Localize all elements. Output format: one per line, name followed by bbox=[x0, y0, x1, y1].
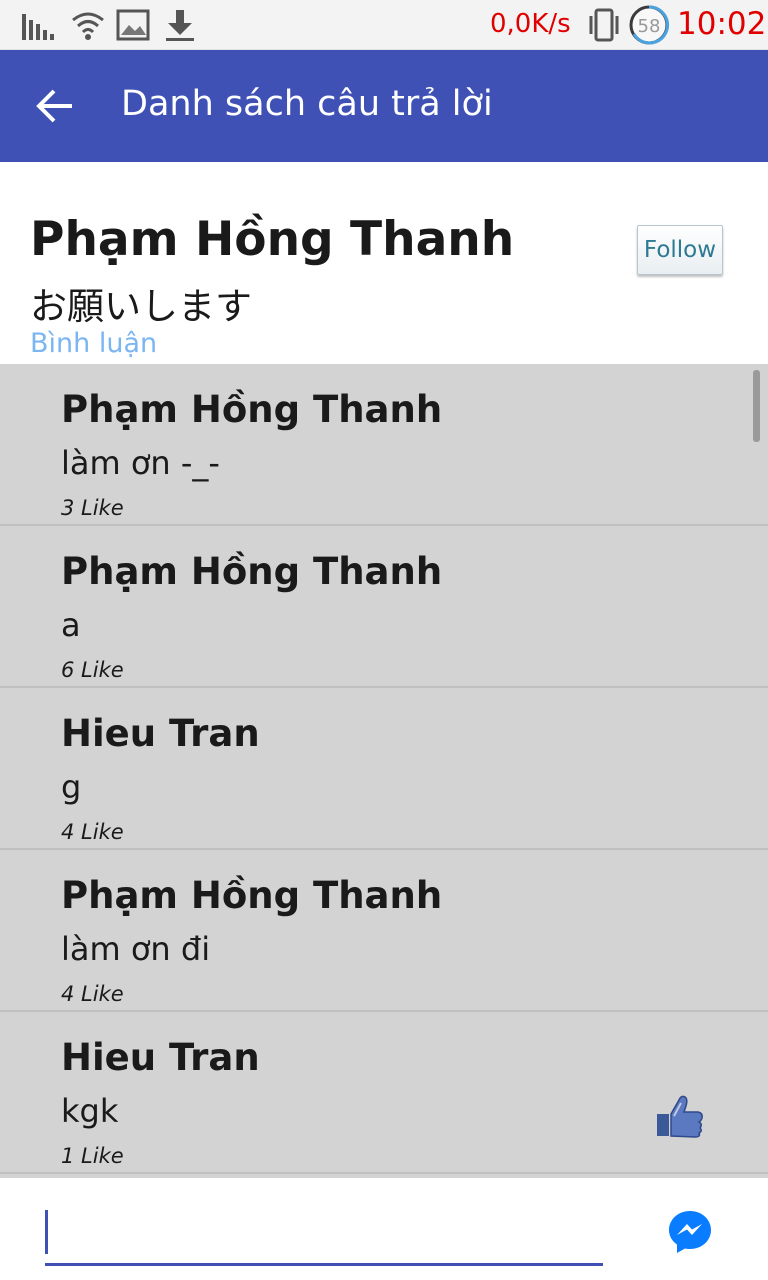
answer-author: Phạm Hồng Thanh bbox=[61, 550, 443, 593]
page-title: Danh sách câu trả lời bbox=[121, 84, 493, 124]
like-count: 6 Like bbox=[61, 658, 124, 682]
like-count: 3 Like bbox=[61, 496, 124, 520]
list-item[interactable]: Hieu Tran kgk 1 Like bbox=[0, 1012, 768, 1174]
list-item[interactable]: Phạm Hồng Thanh làm ơn -_- 3 Like bbox=[0, 364, 768, 526]
signal-bars-icon bbox=[22, 14, 54, 40]
vibrate-phone-icon bbox=[589, 8, 619, 42]
answer-list[interactable]: Phạm Hồng Thanh làm ơn -_- 3 Like Phạm H… bbox=[0, 364, 768, 1178]
reply-composer bbox=[0, 1180, 768, 1280]
answer-text: làm ơn -_- bbox=[61, 444, 220, 482]
question-author: Phạm Hồng Thanh bbox=[30, 212, 515, 267]
answer-author: Phạm Hồng Thanh bbox=[61, 388, 443, 431]
comment-link[interactable]: Bình luận bbox=[30, 328, 157, 359]
answer-text: làm ơn đi bbox=[61, 930, 211, 968]
app-bar: Danh sách câu trả lời bbox=[0, 50, 768, 162]
scrollbar[interactable] bbox=[753, 370, 760, 442]
download-icon bbox=[166, 10, 194, 41]
reply-input[interactable] bbox=[45, 1202, 603, 1266]
list-item[interactable]: Hieu Tran g 4 Like bbox=[0, 688, 768, 850]
thumbs-up-icon[interactable] bbox=[654, 1092, 706, 1140]
messenger-icon[interactable] bbox=[667, 1209, 713, 1255]
like-count: 4 Like bbox=[61, 820, 124, 844]
answer-text: kgk bbox=[61, 1092, 119, 1130]
answer-text: a bbox=[61, 606, 81, 644]
network-speed: 0,0K/s bbox=[490, 9, 571, 39]
arrow-left-icon[interactable] bbox=[24, 76, 88, 136]
list-item[interactable]: Phạm Hồng Thanh làm ơn đi 4 Like bbox=[0, 850, 768, 1012]
follow-button[interactable]: Follow bbox=[637, 225, 723, 275]
question-text: お願いします bbox=[30, 285, 252, 328]
like-count: 1 Like bbox=[61, 1144, 124, 1168]
wifi-icon bbox=[72, 12, 104, 40]
battery-circle-icon: 58 bbox=[629, 5, 670, 45]
answer-text: g bbox=[61, 768, 82, 806]
question-header: Phạm Hồng Thanh お願いします Bình luận Follow bbox=[0, 162, 768, 364]
answer-author: Hieu Tran bbox=[61, 1036, 260, 1079]
like-count: 4 Like bbox=[61, 982, 124, 1006]
list-item[interactable]: Phạm Hồng Thanh a 6 Like bbox=[0, 526, 768, 688]
image-icon bbox=[116, 9, 150, 41]
status-bar: 0,0K/s 58 10:02 bbox=[0, 0, 768, 50]
battery-level: 58 bbox=[638, 16, 661, 37]
clock: 10:02 bbox=[677, 6, 767, 42]
answer-author: Phạm Hồng Thanh bbox=[61, 874, 443, 917]
text-cursor bbox=[45, 1210, 48, 1254]
answer-author: Hieu Tran bbox=[61, 712, 260, 755]
